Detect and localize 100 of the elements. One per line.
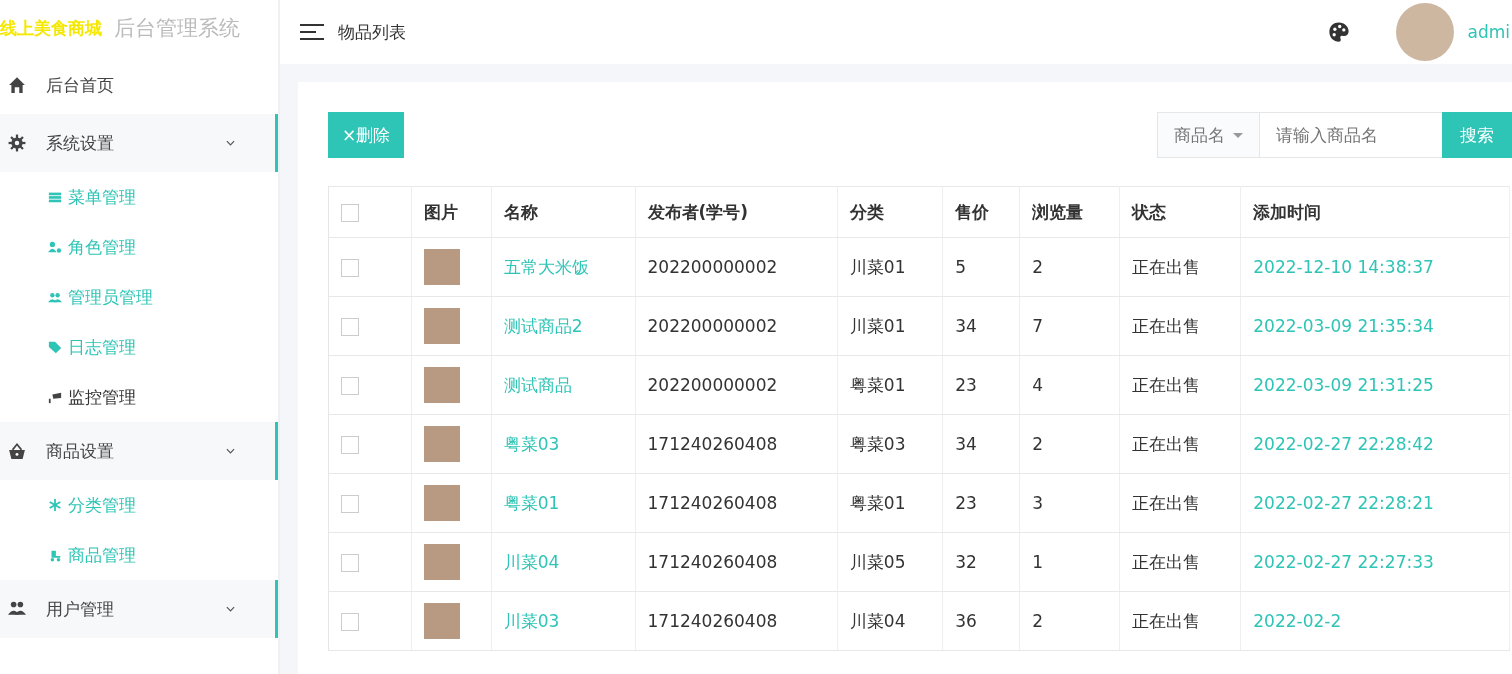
table-cell: 正在出售: [1119, 296, 1241, 356]
submenu-item[interactable]: 角色管理: [0, 222, 278, 272]
table-cell: 2: [1019, 591, 1120, 651]
gear-icon: [8, 134, 26, 152]
column-header: 浏览量: [1019, 186, 1120, 238]
row-checkbox[interactable]: [341, 318, 359, 336]
product-name-link[interactable]: 测试商品: [503, 374, 572, 395]
photo-placeholder: [424, 485, 460, 521]
palette-icon[interactable]: [1327, 21, 1350, 43]
row-checkbox[interactable]: [341, 554, 359, 572]
search-button[interactable]: 搜索: [1442, 112, 1512, 158]
table-cell: 1: [1019, 532, 1120, 592]
sidebar-item[interactable]: 用户管理: [0, 580, 278, 638]
table-cell: 7: [1019, 296, 1120, 356]
product-name-link[interactable]: 川菜04: [503, 551, 560, 572]
row-checkbox[interactable]: [341, 259, 359, 277]
table-cell: 正在出售: [1119, 237, 1241, 297]
table-cell: 粤菜01: [837, 355, 943, 415]
table-cell: 2022-02-27 22:27:33: [1240, 532, 1510, 592]
table-cell: 36: [942, 591, 1020, 651]
table-cell: 202200000002: [635, 355, 838, 415]
caret-icon: [1233, 132, 1243, 138]
users-icon: [48, 290, 62, 304]
photo-placeholder: [424, 544, 460, 580]
table-cell: 2: [1019, 237, 1120, 297]
photo-placeholder: [424, 426, 460, 462]
user-gear-icon: [48, 240, 62, 254]
table-cell: 正在出售: [1119, 532, 1241, 592]
column-header: 发布者(学号): [635, 186, 838, 238]
sidebar-item[interactable]: 后台首页: [0, 56, 278, 114]
asterisk-icon: [48, 498, 62, 512]
submenu-item[interactable]: 管理员管理: [0, 272, 278, 322]
page-title: 物品列表: [338, 20, 406, 44]
table-cell: 2022-03-09 21:35:34: [1240, 296, 1510, 356]
chevron-down-icon: [226, 606, 235, 612]
chevron-down-icon: [226, 448, 235, 454]
product-name-link[interactable]: 粤菜03: [503, 433, 560, 454]
photo-placeholder: [424, 367, 460, 403]
table-cell: 202200000002: [635, 296, 838, 356]
column-header: 名称: [491, 186, 635, 238]
row-checkbox[interactable]: [341, 495, 359, 513]
username[interactable]: admi: [1467, 22, 1510, 42]
product-name-link[interactable]: 川菜03: [503, 610, 560, 631]
product-name-link[interactable]: 测试商品2: [503, 315, 583, 336]
table-cell: 2022-02-27 22:28:42: [1240, 414, 1510, 474]
table-cell: 正在出售: [1119, 414, 1241, 474]
table-cell: 2022-03-09 21:31:25: [1240, 355, 1510, 415]
select-all-checkbox[interactable]: [341, 204, 359, 222]
table-cell: 171240260408: [635, 591, 838, 651]
list-icon: [48, 190, 62, 204]
tag-icon: [48, 340, 62, 354]
table-cell: 2022-02-27 22:28:21: [1240, 473, 1510, 533]
table-cell: 粤菜01: [837, 473, 943, 533]
row-checkbox[interactable]: [341, 377, 359, 395]
menu-icon[interactable]: [300, 23, 324, 41]
logo-subtitle: 后台管理系统: [114, 15, 240, 42]
table-cell: 4: [1019, 355, 1120, 415]
row-checkbox[interactable]: [341, 613, 359, 631]
table-cell: 川菜01: [837, 237, 943, 297]
photo-placeholder: [424, 308, 460, 344]
submenu-item[interactable]: 日志管理: [0, 322, 278, 372]
table-cell: 171240260408: [635, 414, 838, 474]
table-cell: 3: [1019, 473, 1120, 533]
photo-placeholder: [424, 603, 460, 639]
table-cell: 正在出售: [1119, 355, 1241, 415]
home-icon: [8, 76, 26, 94]
table-cell: 32: [942, 532, 1020, 592]
table-cell: 23: [942, 473, 1020, 533]
column-header: 图片: [411, 186, 492, 238]
table-cell: 171240260408: [635, 532, 838, 592]
table-cell: 川菜04: [837, 591, 943, 651]
delete-button[interactable]: ×删除: [328, 112, 405, 158]
search-field[interactable]: 请输入商品名: [1260, 112, 1442, 158]
sidebar-item[interactable]: 商品设置: [0, 422, 278, 480]
product-name-link[interactable]: 粤菜01: [503, 492, 560, 513]
column-header: 分类: [837, 186, 943, 238]
table-cell: 2022-12-10 14:38:37: [1240, 237, 1510, 297]
table-cell: 5: [942, 237, 1020, 297]
basket-icon: [8, 442, 26, 460]
table-cell: 171240260408: [635, 473, 838, 533]
table-cell: 2: [1019, 414, 1120, 474]
users-icon: [8, 600, 26, 618]
field-select[interactable]: 商品名: [1157, 112, 1260, 158]
table-cell: 川菜01: [837, 296, 943, 356]
submenu-item[interactable]: 商品管理: [0, 530, 278, 580]
table-cell: 粤菜03: [837, 414, 943, 474]
table-cell: 2022-02-2: [1240, 591, 1510, 651]
table-cell: 正在出售: [1119, 591, 1241, 651]
table-cell: 34: [942, 296, 1020, 356]
photo-placeholder: [424, 249, 460, 285]
table-cell: 正在出售: [1119, 473, 1241, 533]
column-header: 售价: [942, 186, 1020, 238]
submenu-item[interactable]: 分类管理: [0, 480, 278, 530]
row-checkbox[interactable]: [341, 436, 359, 454]
submenu-item[interactable]: 监控管理: [0, 372, 278, 422]
column-header: 状态: [1119, 186, 1241, 238]
table-cell: 202200000002: [635, 237, 838, 297]
sidebar-item[interactable]: 系统设置: [0, 114, 278, 172]
column-header: 添加时间: [1240, 186, 1510, 238]
submenu-item[interactable]: 菜单管理: [0, 172, 278, 222]
